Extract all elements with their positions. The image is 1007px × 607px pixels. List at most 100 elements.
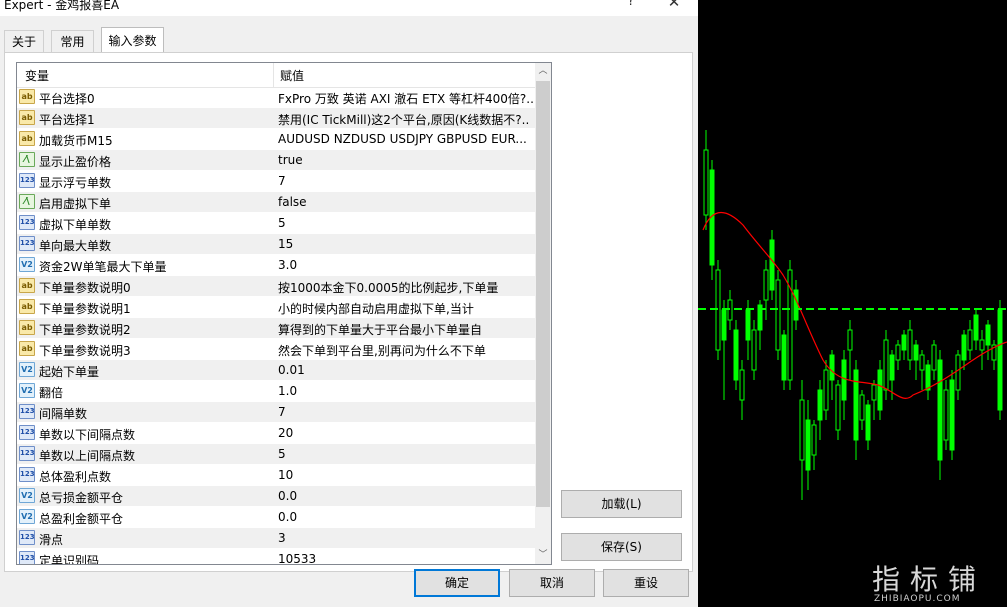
parameter-value[interactable]: 禁用(IC TickMill)这2个平台,原因(K线数据不?..	[278, 111, 533, 128]
candle-body	[973, 314, 979, 341]
parameter-value[interactable]: 5	[278, 216, 533, 230]
candle-body	[997, 309, 1003, 411]
column-header-value[interactable]: 赋值	[280, 67, 304, 84]
parameter-row[interactable]: V2 起始下单量 0.01	[17, 360, 535, 381]
vertical-scrollbar[interactable]: ︿ ﹀	[535, 63, 551, 564]
param-type-bool-icon: ⁄\	[19, 194, 35, 209]
parameter-row[interactable]: ⁄\ 显示止盈价格 true	[17, 150, 535, 171]
load-button[interactable]: 加载(L)	[561, 490, 682, 518]
parameter-row[interactable]: ab 下单量参数说明3 然会下单到平台里,别再问为什么不下单	[17, 339, 535, 360]
param-type-string-icon: ab	[19, 341, 35, 356]
parameter-row[interactable]: ab 加载货币M15 AUDUSD NZDUSD USDJPY GBPUSD EUR…	[17, 129, 535, 150]
scroll-down-arrow-icon[interactable]: ﹀	[535, 547, 551, 564]
parameter-value[interactable]: AUDUSD NZDUSD USDJPY GBPUSD EUR...	[278, 132, 533, 146]
parameter-value[interactable]: 5	[278, 447, 533, 461]
tab-about[interactable]: 关于	[4, 30, 44, 52]
param-type-string-icon: ab	[19, 299, 35, 314]
candle-body	[721, 309, 727, 341]
parameter-row[interactable]: 123 显示浮亏单数 7	[17, 171, 535, 192]
parameter-row[interactable]: ab 平台选择0 FxPro 万致 英诺 AXI 澈石 ETX 等杠杆400倍?..	[17, 87, 535, 108]
parameter-name: 下单量参数说明2	[39, 323, 131, 337]
parameter-name: 显示浮亏单数	[39, 176, 112, 190]
site-watermark: 指标铺 ZHIBIAOPU.COM	[860, 558, 1007, 607]
param-type-int-icon: 123	[19, 446, 35, 461]
parameter-row[interactable]: ab 下单量参数说明2 算得到的下单量大于平台最小下单量自	[17, 318, 535, 339]
price-chart[interactable]	[698, 0, 1007, 607]
scroll-up-arrow-icon[interactable]: ︿	[535, 63, 551, 80]
parameter-row[interactable]: V2 总亏损金额平仓 0.0	[17, 486, 535, 507]
parameter-row[interactable]: ab 平台选择1 禁用(IC TickMill)这2个平台,原因(K线数据不?..	[17, 108, 535, 129]
parameter-value[interactable]: 3	[278, 531, 533, 545]
parameter-row[interactable]: 123 单数以下间隔点数 20	[17, 423, 535, 444]
parameter-row[interactable]: 123 定单识别码 10533	[17, 549, 535, 565]
parameter-row[interactable]: ab 下单量参数说明1 小的时候内部自动启用虚拟下单,当计	[17, 297, 535, 318]
candle-body	[919, 354, 925, 371]
parameter-value[interactable]: 7	[278, 405, 533, 419]
save-button[interactable]: 保存(S)	[561, 533, 682, 561]
parameter-name: 下单量参数说明0	[39, 281, 131, 295]
candle-body	[913, 344, 919, 361]
parameter-value[interactable]: 1.0	[278, 384, 533, 398]
ok-button[interactable]: 确定	[414, 569, 500, 597]
column-divider[interactable]	[273, 63, 274, 87]
candle-body	[793, 289, 799, 321]
parameter-value[interactable]: true	[278, 153, 533, 167]
parameter-row[interactable]: 123 单数以上间隔点数 5	[17, 444, 535, 465]
parameter-rows: ab 平台选择0 FxPro 万致 英诺 AXI 澈石 ETX 等杠杆400倍?..…	[17, 87, 535, 565]
parameter-value[interactable]: 小的时候内部自动启用虚拟下单,当计	[278, 300, 533, 317]
parameter-name: 平台选择0	[39, 92, 95, 106]
parameter-row[interactable]: V2 翻倍 1.0	[17, 381, 535, 402]
param-type-double-icon: V2	[19, 257, 35, 272]
parameter-value[interactable]: 0.0	[278, 489, 533, 503]
parameter-row[interactable]: 123 滑点 3	[17, 528, 535, 549]
candle-body	[841, 359, 847, 401]
tab-inputs[interactable]: 输入参数	[101, 27, 164, 53]
parameter-value[interactable]: 算得到的下单量大于平台最小下单量自	[278, 321, 533, 338]
parameter-value[interactable]: false	[278, 195, 533, 209]
parameter-row[interactable]: 123 间隔单数 7	[17, 402, 535, 423]
column-header-variable[interactable]: 变量	[25, 67, 49, 84]
grid-header: 变量 赋值	[17, 63, 535, 88]
parameter-row[interactable]: 123 总体盈利点数 10	[17, 465, 535, 486]
parameter-value[interactable]: 然会下单到平台里,别再问为什么不下单	[278, 342, 533, 359]
parameter-value[interactable]: 0.01	[278, 363, 533, 377]
parameter-name: 启用虚拟下单	[39, 197, 112, 211]
parameter-value[interactable]: 10	[278, 468, 533, 482]
reset-button[interactable]: 重设	[603, 569, 689, 597]
expert-properties-dialog: Expert - 金鸡报喜EA ? ✕ 关于 常用 输入参数 变量 赋值 ab 平…	[0, 0, 698, 607]
parameter-value[interactable]: 按1000本金下0.0005的比例起步,下单量	[278, 279, 533, 296]
param-type-int-icon: 123	[19, 236, 35, 251]
parameter-row[interactable]: ab 下单量参数说明0 按1000本金下0.0005的比例起步,下单量	[17, 276, 535, 297]
close-icon[interactable]: ✕	[664, 0, 684, 11]
scrollbar-thumb[interactable]	[536, 81, 550, 507]
parameter-row[interactable]: 123 单向最大单数 15	[17, 234, 535, 255]
candle-body	[811, 424, 817, 456]
candle-body	[985, 324, 991, 346]
parameter-row[interactable]: V2 总盈利金额平仓 0.0	[17, 507, 535, 528]
parameter-row[interactable]: 123 虚拟下单单数 5	[17, 213, 535, 234]
cancel-button[interactable]: 取消	[509, 569, 595, 597]
param-type-int-icon: 123	[19, 551, 35, 564]
candle-body	[805, 419, 811, 471]
param-type-double-icon: V2	[19, 509, 35, 524]
parameter-value[interactable]: 0.0	[278, 510, 533, 524]
tab-common[interactable]: 常用	[51, 30, 94, 52]
candle-body	[889, 354, 895, 381]
parameter-value[interactable]: FxPro 万致 英诺 AXI 澈石 ETX 等杠杆400倍?..	[278, 90, 533, 107]
candle-body	[835, 384, 841, 431]
candle-body	[871, 384, 877, 401]
help-icon[interactable]: ?	[622, 0, 640, 10]
candle-body	[829, 354, 835, 381]
parameter-value[interactable]: 20	[278, 426, 533, 440]
parameter-name: 下单量参数说明3	[39, 344, 131, 358]
title-bar: Expert - 金鸡报喜EA ? ✕	[0, 0, 698, 16]
param-type-int-icon: 123	[19, 530, 35, 545]
candle-body	[769, 239, 775, 291]
parameter-row[interactable]: V2 资金2W单笔最大下单量 3.0	[17, 255, 535, 276]
parameter-value[interactable]: 3.0	[278, 258, 533, 272]
parameter-row[interactable]: ⁄\ 启用虚拟下单 false	[17, 192, 535, 213]
parameter-name: 定单识别码	[39, 554, 100, 565]
parameter-value[interactable]: 15	[278, 237, 533, 251]
parameter-value[interactable]: 7	[278, 174, 533, 188]
parameter-value[interactable]: 10533	[278, 552, 533, 564]
